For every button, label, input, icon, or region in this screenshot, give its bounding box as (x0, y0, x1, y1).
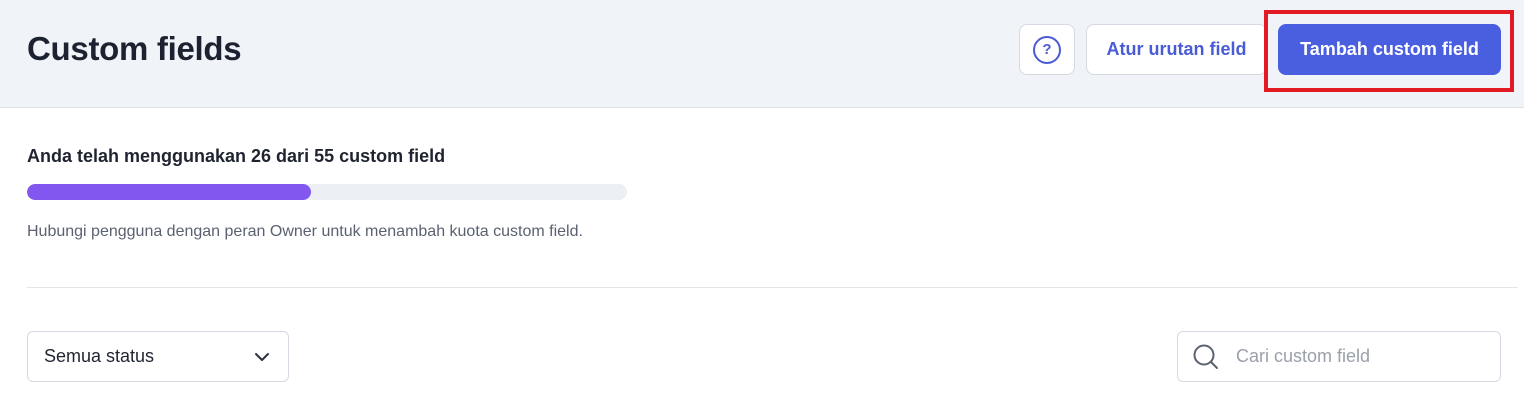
divider (27, 287, 1518, 288)
search-input[interactable] (1236, 346, 1476, 367)
add-custom-field-button[interactable]: Tambah custom field (1278, 24, 1501, 75)
usage-progress-bar (27, 184, 627, 200)
quota-hint: Hubungi pengguna dengan peran Owner untu… (27, 223, 583, 240)
usage-progress-fill (27, 184, 311, 200)
help-icon: ? (1033, 35, 1061, 64)
help-button[interactable]: ? (1019, 24, 1075, 75)
chevron-down-icon (252, 347, 272, 367)
usage-summary: Anda telah menggunakan 26 dari 55 custom… (27, 146, 446, 166)
order-fields-button[interactable]: Atur urutan field (1086, 24, 1267, 75)
status-filter-select[interactable]: Semua status (27, 331, 289, 382)
search-field[interactable] (1177, 331, 1501, 382)
page-title: Custom fields (27, 30, 242, 67)
status-filter-value: Semua status (44, 346, 155, 366)
search-icon (1192, 343, 1220, 371)
page-header: Custom fields ? Atur urutan field Tambah… (0, 0, 1524, 108)
